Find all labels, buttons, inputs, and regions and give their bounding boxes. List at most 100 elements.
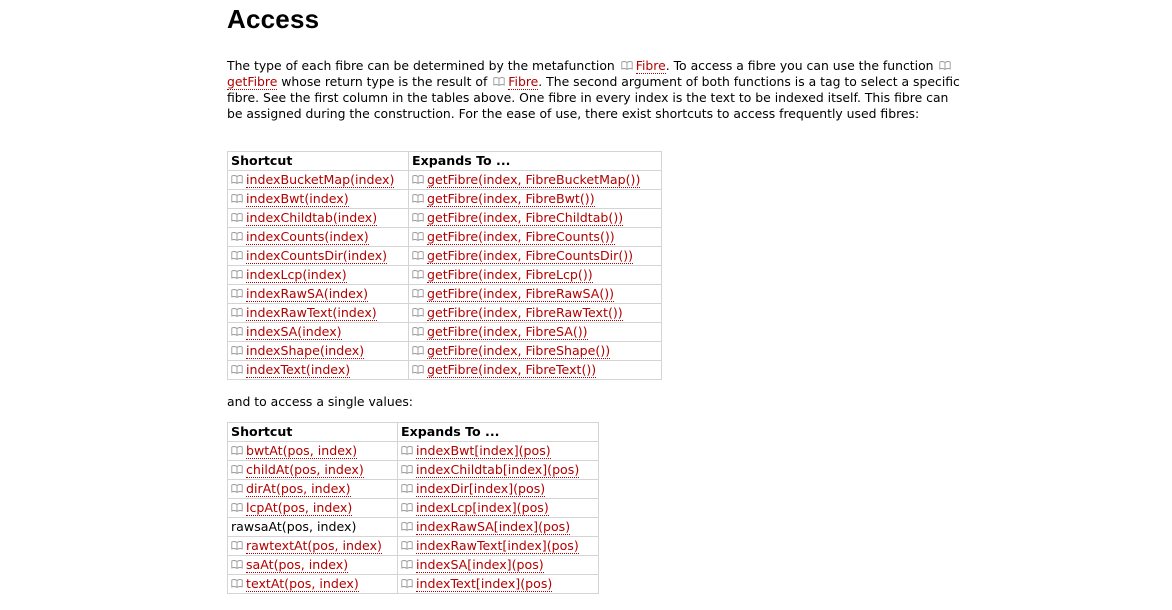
shortcut-cell: bwtAt(pos, index) bbox=[227, 441, 398, 461]
expansion-link[interactable]: getFibre(index, FibreChildtab()) bbox=[427, 210, 624, 226]
expands-to-cell: getFibre(index, FibreShape()) bbox=[408, 341, 662, 361]
fibre-shortcuts-table: Shortcut Expands To ... indexBucketMap(i… bbox=[227, 151, 662, 380]
expansion-link[interactable]: indexLcp[index](pos) bbox=[416, 500, 549, 516]
book-icon bbox=[231, 499, 243, 512]
expansion-link[interactable]: getFibre(index, FibreCountsDir()) bbox=[427, 248, 634, 264]
expansion-link[interactable]: getFibre(index, FibreCounts()) bbox=[427, 229, 615, 245]
page-title: Access bbox=[227, 4, 320, 34]
shortcut-link[interactable]: indexText(index) bbox=[246, 362, 351, 378]
fibre-link[interactable]: Fibre bbox=[635, 58, 666, 74]
expansion-link[interactable]: getFibre(index, FibreBwt()) bbox=[427, 191, 595, 207]
book-icon bbox=[401, 537, 413, 550]
expands-to-cell: getFibre(index, FibreBucketMap()) bbox=[408, 170, 662, 190]
table-row: indexShape(index) getFibre(index, FibreSh… bbox=[227, 341, 662, 361]
expansion-link[interactable]: getFibre(index, FibreShape()) bbox=[427, 343, 611, 359]
book-icon bbox=[412, 209, 424, 222]
intro-text-1: The type of each fibre can be determined… bbox=[227, 58, 619, 73]
shortcut-cell: indexSA(index) bbox=[227, 322, 409, 342]
shortcut-link[interactable]: indexCountsDir(index) bbox=[246, 248, 388, 264]
expansion-link[interactable]: indexSA[index](pos) bbox=[416, 557, 544, 573]
book-icon bbox=[401, 499, 413, 512]
shortcut-link[interactable]: childAt(pos, index) bbox=[246, 462, 364, 478]
book-icon bbox=[412, 304, 424, 317]
shortcut-link[interactable]: indexBucketMap(index) bbox=[246, 172, 395, 188]
expansion-link[interactable]: getFibre(index, FibreBucketMap()) bbox=[427, 172, 641, 188]
expands-to-cell: getFibre(index, FibreText()) bbox=[408, 360, 662, 380]
shortcut-link[interactable]: rawtextAt(pos, index) bbox=[246, 538, 382, 554]
shortcut-cell: indexText(index) bbox=[227, 360, 409, 380]
book-icon bbox=[401, 442, 413, 455]
shortcut-link[interactable]: indexRawSA(index) bbox=[246, 286, 369, 302]
book-icon bbox=[231, 323, 243, 336]
expansion-link[interactable]: getFibre(index, FibreText()) bbox=[427, 362, 597, 378]
book-icon bbox=[412, 266, 424, 279]
table-row: rawtextAt(pos, index) indexRawText[index]… bbox=[227, 536, 599, 556]
expansion-link[interactable]: indexBwt[index](pos) bbox=[416, 443, 551, 459]
shortcut-link[interactable]: indexShape(index) bbox=[246, 343, 365, 359]
book-icon bbox=[231, 361, 243, 374]
shortcut-link[interactable]: bwtAt(pos, index) bbox=[246, 443, 358, 459]
shortcut-cell: indexChildtab(index) bbox=[227, 208, 409, 228]
book-icon bbox=[412, 171, 424, 184]
table-row: indexChildtab(index) getFibre(index, Fibr… bbox=[227, 208, 662, 228]
shortcut-link[interactable]: lcpAt(pos, index) bbox=[246, 500, 353, 516]
book-icon bbox=[231, 247, 243, 260]
shortcut-link[interactable]: indexRawText(index) bbox=[246, 305, 377, 321]
expansion-link[interactable]: indexText[index](pos) bbox=[416, 576, 553, 592]
book-icon bbox=[231, 556, 243, 569]
expands-to-cell: getFibre(index, FibreBwt()) bbox=[408, 189, 662, 209]
book-icon bbox=[231, 461, 243, 474]
table-header-row: Shortcut Expands To ... bbox=[227, 151, 662, 171]
expands-to-cell: indexText[index](pos) bbox=[397, 574, 599, 594]
value-shortcuts-table: Shortcut Expands To ... bwtAt(pos, index… bbox=[227, 422, 599, 594]
shortcut-cell: childAt(pos, index) bbox=[227, 460, 398, 480]
shortcut-cell: indexLcp(index) bbox=[227, 265, 409, 285]
shortcut-link[interactable]: indexBwt(index) bbox=[246, 191, 349, 207]
book-icon bbox=[401, 461, 413, 474]
getfibre-link[interactable]: getFibre bbox=[227, 74, 278, 90]
book-icon bbox=[231, 209, 243, 222]
shortcut-link[interactable]: indexChildtab(index) bbox=[246, 210, 378, 226]
shortcut-link[interactable]: dirAt(pos, index) bbox=[246, 481, 351, 497]
expansion-link[interactable]: indexRawText[index](pos) bbox=[416, 538, 579, 554]
expands-to-cell: getFibre(index, FibreCounts()) bbox=[408, 227, 662, 247]
shortcut-link[interactable]: indexSA(index) bbox=[246, 324, 342, 340]
book-icon bbox=[231, 266, 243, 279]
fibre-link-2[interactable]: Fibre bbox=[508, 74, 539, 90]
intro-paragraph: The type of each fibre can be determined… bbox=[227, 58, 962, 122]
book-icon bbox=[231, 480, 243, 493]
expansion-link[interactable]: getFibre(index, FibreRawSA()) bbox=[427, 286, 615, 302]
table-row: indexSA(index) getFibre(index, FibreSA()) bbox=[227, 322, 662, 342]
book-icon bbox=[412, 247, 424, 260]
book-icon bbox=[412, 285, 424, 298]
table-row: indexText(index) getFibre(index, FibreTex… bbox=[227, 360, 662, 380]
expands-to-cell: getFibre(index, FibreRawText()) bbox=[408, 303, 662, 323]
expands-to-cell: getFibre(index, FibreLcp()) bbox=[408, 265, 662, 285]
table-row: indexLcp(index) getFibre(index, FibreLcp(… bbox=[227, 265, 662, 285]
shortcut-cell: indexShape(index) bbox=[227, 341, 409, 361]
table-row: indexCounts(index) getFibre(index, FibreC… bbox=[227, 227, 662, 247]
expansion-link[interactable]: indexDir[index](pos) bbox=[416, 481, 546, 497]
shortcut-link[interactable]: indexLcp(index) bbox=[246, 267, 347, 283]
book-icon bbox=[401, 556, 413, 569]
single-values-text: and to access a single values: bbox=[227, 394, 413, 409]
expansion-link[interactable]: indexChildtab[index](pos) bbox=[416, 462, 580, 478]
book-icon bbox=[231, 304, 243, 317]
expansion-link[interactable]: getFibre(index, FibreLcp()) bbox=[427, 267, 593, 283]
shortcut-link[interactable]: saAt(pos, index) bbox=[246, 557, 349, 573]
expansion-link[interactable]: getFibre(index, FibreRawText()) bbox=[427, 305, 623, 321]
book-icon bbox=[412, 361, 424, 374]
book-icon bbox=[231, 442, 243, 455]
column-header-shortcut: Shortcut bbox=[227, 151, 409, 171]
shortcut-link[interactable]: textAt(pos, index) bbox=[246, 576, 359, 592]
column-header-expands-to: Expands To ... bbox=[408, 151, 662, 171]
table-row: bwtAt(pos, index) indexBwt[index](pos) bbox=[227, 441, 599, 461]
shortcut-link[interactable]: indexCounts(index) bbox=[246, 229, 369, 245]
shortcut-cell: indexBucketMap(index) bbox=[227, 170, 409, 190]
expansion-link[interactable]: indexRawSA[index](pos) bbox=[416, 519, 571, 535]
book-icon bbox=[493, 74, 505, 86]
expansion-link[interactable]: getFibre(index, FibreSA()) bbox=[427, 324, 588, 340]
shortcut-cell: dirAt(pos, index) bbox=[227, 479, 398, 499]
expands-to-cell: indexSA[index](pos) bbox=[397, 555, 599, 575]
expands-to-cell: getFibre(index, FibreCountsDir()) bbox=[408, 246, 662, 266]
